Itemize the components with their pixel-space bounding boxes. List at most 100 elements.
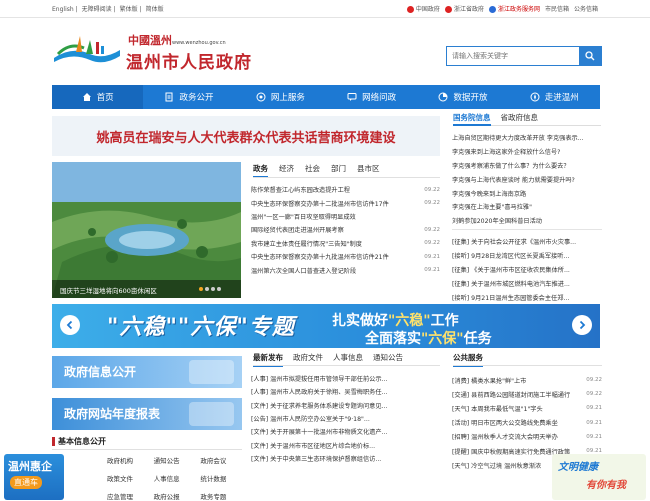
banner-line-1: 扎实做好"六稳"工作 <box>332 313 459 329</box>
list-item[interactable]: [消费] 橘类水果抢"鲜"上市 09.22 <box>452 373 602 387</box>
list-item[interactable]: [接听] 9月21日温州生态园管委会主任郑... <box>452 290 602 304</box>
list-item[interactable]: [文件] 关于征求养老服务体系建设专题询问意见... <box>251 399 440 412</box>
float-ad-right[interactable]: 文明健康 有你有我 <box>552 454 646 500</box>
link-personnel[interactable]: 人事信息 <box>154 473 201 483</box>
divider: | <box>113 6 116 13</box>
link-central-gov[interactable]: 中国政府 <box>406 4 440 13</box>
list-item[interactable]: 李克强今晚来到上海南京路 <box>452 186 602 200</box>
news-photo-carousel[interactable]: 国庆节三垟湿地将向600亩休闲区 <box>52 162 241 298</box>
list-item[interactable]: [交通] 县前西路公园隧道封闭施工半幅通行 09.22 <box>452 387 602 401</box>
list-item[interactable]: [招聘] 温州秋季人才交流大会明天举办 09.21 <box>452 430 602 444</box>
folder-icon <box>189 360 234 384</box>
news-item[interactable]: 国际经贸代表团走进温州开展考察 09.22 <box>251 223 440 236</box>
nav-online-politics[interactable]: 网络问政 <box>326 85 417 109</box>
link-official-mail[interactable]: 公务信箱 <box>574 4 598 13</box>
tab-departments[interactable]: 部门 <box>331 163 346 178</box>
news-item[interactable]: 中央生态环保督察交办第十九批温州市信访件21件 09.21 <box>251 250 440 263</box>
nav-online-service[interactable]: 网上服务 <box>235 85 326 109</box>
basic-info-links: 政府机构 通知公告 政府会议 政策文件 人事信息 统计数据 应急管理 政府公报 … <box>107 455 247 501</box>
link-simplified[interactable]: 简体版 <box>146 6 164 13</box>
list-item[interactable]: 李克强在上海主要"喜马拉雅" <box>452 200 602 214</box>
carousel-dot[interactable] <box>199 287 203 291</box>
search-input[interactable] <box>447 47 579 65</box>
headline-text[interactable]: 姚高员在瑞安与人大代表群众代表共话营商环境建设 <box>96 127 395 146</box>
list-item[interactable]: [征集] 关于温州市城区燃料电池汽车推进... <box>452 276 602 290</box>
section-title: 基本信息公开 <box>58 437 106 446</box>
link-citizen-mail[interactable]: 市民信箱 <box>545 4 569 13</box>
document-icon <box>165 92 173 102</box>
special-topic-banner[interactable]: "六稳""六保"专题 扎实做好"六稳"工作 全面落实"六保"任务 <box>52 304 600 348</box>
news-item[interactable]: 温州第六次全国人口普查进入登记阶段 09.21 <box>251 263 440 276</box>
float-ad-left[interactable]: 温州惠企 直通车 <box>4 454 64 500</box>
list-item[interactable]: [人事] 温州市拟提拔任用市管领导干部任前公示... <box>251 372 440 385</box>
carousel-dot[interactable] <box>217 287 221 291</box>
list-item[interactable]: 李克强考察浦东做了什么事？为什么要去？ <box>452 159 602 173</box>
news-item[interactable]: 温州"一区一廊"百日攻坚取得明显成效 <box>251 210 440 223</box>
carousel-dot[interactable] <box>205 287 209 291</box>
list-item[interactable]: 上海自贸区期待更大力度改革开放 李克强表示... <box>452 131 602 145</box>
gov-info-disclosure-block[interactable]: 政府信息公开 <box>52 356 242 388</box>
link-zhejiang-service[interactable]: 浙江政务服务网 <box>488 4 540 13</box>
news-item[interactable]: 我市建立主体责任履行情况"三告知"制度 09.22 <box>251 237 440 250</box>
list-item[interactable]: [文件] 关于中央第三生态环境保护督察组信访... <box>251 452 440 465</box>
list-item[interactable]: [征集] 关于向社会公开征求《温州市火灾事... <box>452 234 602 248</box>
float-ad-title: 温州惠企 <box>8 460 52 473</box>
tab-economy[interactable]: 经济 <box>279 163 294 178</box>
service-icon <box>256 92 266 102</box>
main-nav: 首页 政务公开 网上服务 网络问政 数据开放 走进温州 <box>52 85 600 109</box>
link-notices[interactable]: 通知公告 <box>154 455 201 465</box>
nav-home[interactable]: 首页 <box>52 85 144 109</box>
link-gov-agencies[interactable]: 政府机构 <box>107 455 154 465</box>
list-item[interactable]: [人事] 温州市人民政府关于徐翔、吴雪梅职务任... <box>251 385 440 398</box>
list-item[interactable]: [天气] 本周我市最低气温"1"字头 09.21 <box>452 401 602 415</box>
news-item[interactable]: 陈作荣督查江心屿东园改造提升工程 09.22 <box>251 183 440 196</box>
chat-icon <box>347 93 357 101</box>
chevron-right-icon <box>579 320 586 330</box>
news-item[interactable]: 中央生态环保督察交办第十二批温州市信访件17件 09.22 <box>251 196 440 209</box>
tab-state-council[interactable]: 国务院信息 <box>453 112 491 126</box>
news-list: 陈作荣督查江心屿东园改造提升工程 09.22 中央生态环保督察交办第十二批温州市信… <box>251 183 440 277</box>
state-info-list: 上海自贸区期待更大力度改革开放 李克强表示... 李克强来到上海这家外企释放什么… <box>452 131 602 228</box>
list-item[interactable]: 李克强与上海代表座谈时 能力就需要提升吗? <box>452 172 602 186</box>
divider <box>453 365 602 366</box>
carousel-dot[interactable] <box>211 287 215 291</box>
float-ad-title: 文明健康 <box>558 462 598 473</box>
link-accessible[interactable]: 无障碍阅读 <box>82 6 112 13</box>
link-gov-meetings[interactable]: 政府会议 <box>200 455 247 465</box>
next-arrow-button[interactable] <box>572 315 592 335</box>
annual-report-block[interactable]: 政府网站年度报表 <box>52 398 242 430</box>
link-policy-docs[interactable]: 政策文件 <box>107 473 154 483</box>
headline-banner[interactable]: 姚高员在瑞安与人大代表群众代表共话营商环境建设 <box>52 116 440 156</box>
list-item[interactable]: [公告] 温州市人民防空办公室关于"9·18"... <box>251 412 440 425</box>
divider: | <box>139 6 142 13</box>
list-item[interactable]: [文件] 关于温州市市区征地区片综合地价标... <box>251 438 440 451</box>
float-ad-subtitle: 有你有我 <box>586 480 626 491</box>
link-english[interactable]: English <box>52 6 74 13</box>
section-marker <box>52 437 55 446</box>
news-tabs: 政务 经济 社会 部门 县市区 <box>253 163 380 178</box>
block-title: 政府信息公开 <box>64 365 137 379</box>
list-item[interactable]: [接听] 9月28日龙湾区代区长夏禹军接听... <box>452 248 602 262</box>
logo-url: www.wenzhou.gov.cn <box>172 40 226 46</box>
list-item[interactable]: 刘鹤参加2020年全国科普日活动 <box>452 214 602 228</box>
nav-gov-affairs[interactable]: 政务公开 <box>143 85 234 109</box>
link-zhejiang-gov[interactable]: 浙江省政府 <box>444 4 484 13</box>
search-button[interactable] <box>579 47 601 65</box>
tab-provincial-gov[interactable]: 省政府信息 <box>501 112 539 125</box>
list-item[interactable]: [文件] 关于开展第十一批温州市非物质文化遗产... <box>251 425 440 438</box>
tab-politics[interactable]: 政务 <box>253 163 268 178</box>
link-statistics[interactable]: 统计数据 <box>200 473 247 483</box>
tab-counties[interactable]: 县市区 <box>357 163 380 178</box>
link-traditional[interactable]: 繁体版 <box>120 6 138 13</box>
prev-arrow-button[interactable] <box>60 315 80 335</box>
nav-about-wenzhou[interactable]: 走进温州 <box>509 85 600 109</box>
tab-society[interactable]: 社会 <box>305 163 320 178</box>
nav-open-data[interactable]: 数据开放 <box>417 85 508 109</box>
list-item[interactable]: 李克强来到上海这家外企释放什么信号? <box>452 145 602 159</box>
list-item[interactable]: [活动] 明日市区两大公交路线免费乘坐 09.21 <box>452 416 602 430</box>
data-icon <box>438 92 448 102</box>
list-item[interactable]: [征集] 《关于温州市市区征收农民集体所... <box>452 262 602 276</box>
compass-icon <box>530 92 540 102</box>
emblem-icon <box>406 6 414 13</box>
site-title[interactable]: 温州市人民政府 <box>126 48 252 73</box>
